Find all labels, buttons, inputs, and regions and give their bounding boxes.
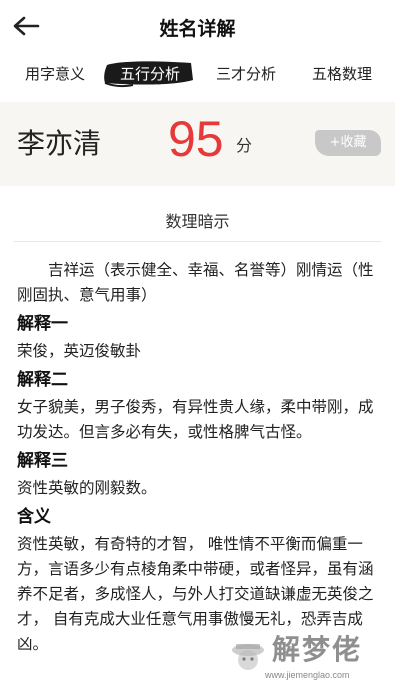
score-value: 95 <box>168 111 224 167</box>
favorite-button[interactable]: +收藏 <box>315 130 381 156</box>
block-text: 资性英敏的刚毅数。 <box>17 479 157 497</box>
tab-five-elements[interactable]: 五行分析 <box>114 62 186 86</box>
top-bar: 姓名详解 <box>0 0 395 52</box>
section-title: 数理暗示 <box>165 212 230 231</box>
score-unit: 分 <box>236 136 253 155</box>
tab-three-talents[interactable]: 三才分析 <box>212 62 280 86</box>
page-title: 姓名详解 <box>159 18 236 40</box>
tab-character-meaning[interactable]: 用字意义 <box>22 62 88 86</box>
tab-bar: 用字意义 五行分析 三才分析 五格数理 <box>0 54 395 94</box>
watermark-text: 解梦佬 <box>272 633 363 666</box>
watermark-url: www.jiemenglao.com <box>265 670 350 680</box>
block-text: 荣俊，英迈俊敏卦 <box>17 342 142 360</box>
intro-text: 吉祥运（表示健全、幸福、名誉等）刚情运（性刚固执、意气用事） <box>17 261 374 304</box>
block-heading: 含义 <box>17 507 51 527</box>
analysis-content: 吉祥运（表示健全、幸福、名誉等）刚情运（性刚固执、意气用事） 解释一 荣俊，英迈… <box>17 258 381 657</box>
block-text: 女子貌美，男子俊秀，有异性贵人缘，柔中带刚，成功发达。但言多必有失，或性格脾气古… <box>17 398 374 441</box>
section-divider <box>14 241 381 242</box>
tab-five-grid-numbers[interactable]: 五格数理 <box>308 62 376 86</box>
divider <box>0 186 395 200</box>
person-name: 李亦清 <box>17 127 102 160</box>
block-heading: 解释三 <box>17 451 68 471</box>
block-heading: 解释一 <box>17 314 68 334</box>
section-header: 数理暗示 <box>14 200 381 242</box>
block-heading: 解释二 <box>17 370 68 390</box>
